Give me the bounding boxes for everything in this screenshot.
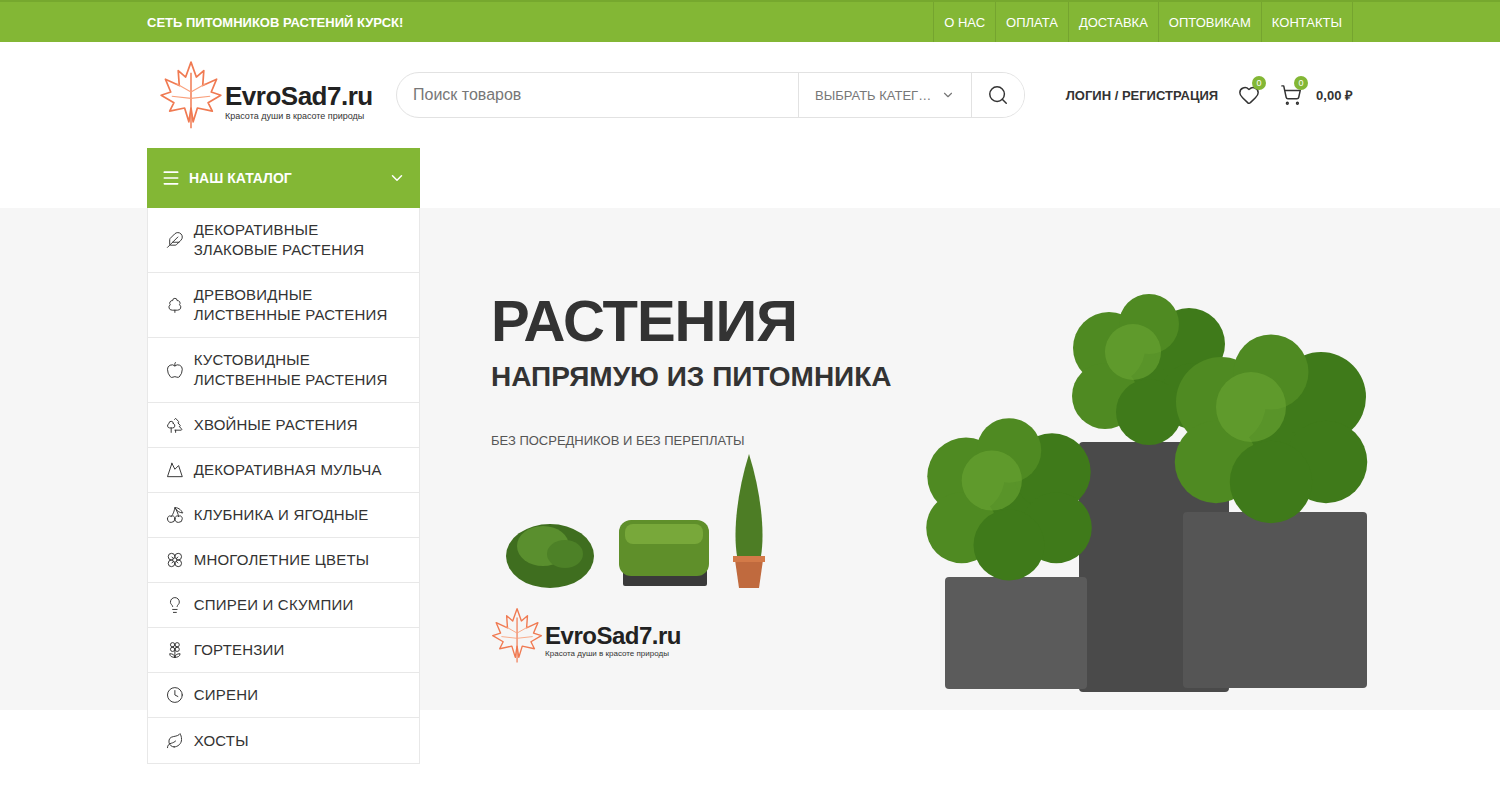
catalog-item[interactable]: СПИРЕИ И СКУМПИИ (148, 583, 419, 628)
cone-tree-thumb (731, 452, 767, 590)
maple-leaf-icon (159, 60, 223, 130)
hero-subtitle: НАПРЯМУЮ ИЗ ПИТОМНИКА (491, 362, 911, 393)
category-icon (166, 416, 184, 434)
top-bar: СЕТЬ ПИТОМНИКОВ РАСТЕНИЙ КУРСК! О НАСОПЛА… (0, 0, 1500, 42)
catalog-item[interactable]: ХВОЙНЫЕ РАСТЕНИЯ (148, 403, 419, 448)
cart-button[interactable]: 00,00 ₽ (1280, 84, 1353, 106)
page: СЕТЬ ПИТОМНИКОВ РАСТЕНИЙ КУРСК! О НАСОПЛА… (0, 0, 1500, 804)
catalog-item[interactable]: МНОГОЛЕТНИЕ ЦВЕТЫ (148, 538, 419, 583)
catalog-item[interactable]: КУСТОВИДНЫЕ ЛИСТВЕННЫЕ РАСТЕНИЯ (148, 338, 419, 403)
catalog-item[interactable]: ХОСТЫ (148, 718, 419, 763)
search-bar: ВЫБРАТЬ КАТЕГ… (396, 72, 1025, 118)
chevron-icon (388, 169, 406, 187)
catalog-list: ДЕКОРАТИВНЫЕ ЗЛАКОВЫЕ РАСТЕНИЯДРЕВОВИДНЫ… (147, 208, 420, 764)
plants-photo (911, 292, 1391, 694)
top-tagline: СЕТЬ ПИТОМНИКОВ РАСТЕНИЙ КУРСК! (147, 15, 403, 30)
hero-title: РАСТЕНИЯ (491, 292, 911, 350)
nav-row: НАШ КАТАЛОГДЕКОРАТИВНЫЕ ЗЛАКОВЫЕ РАСТЕНИ… (147, 148, 1353, 208)
category-icon (166, 641, 184, 659)
cart-badge: 0 (1294, 76, 1308, 90)
hero-tagline: БЕЗ ПОСРЕДНИКОВ И БЕЗ ПЕРЕПЛАТЫ (491, 433, 911, 448)
bush-left (926, 418, 1092, 580)
hero-image (911, 208, 1391, 698)
wishlist-badge: 0 (1252, 76, 1266, 90)
top-link[interactable]: О НАС (933, 2, 995, 42)
search-button[interactable] (972, 73, 1024, 117)
hero-logo[interactable]: EvroSad7.ruКрасота души в красоте природ… (491, 606, 681, 665)
top-link[interactable]: КОНТАКТЫ (1261, 2, 1353, 42)
magnifier-icon (987, 84, 1009, 106)
logo-tagline: Красота души в красоте природы (545, 649, 681, 658)
hero-text: РАСТЕНИЯ НАПРЯМУЮ ИЗ ПИТОМНИКА БЕЗ ПОСРЕДН… (491, 208, 911, 665)
category-icon (166, 506, 184, 524)
search-input[interactable] (397, 73, 798, 117)
catalog-toggle[interactable]: НАШ КАТАЛОГ (147, 148, 420, 208)
cart-total: 0,00 ₽ (1316, 86, 1353, 104)
catalog: НАШ КАТАЛОГДЕКОРАТИВНЫЕ ЗЛАКОВЫЕ РАСТЕНИ… (147, 148, 420, 208)
wishlist-button[interactable]: 0 (1238, 84, 1260, 106)
category-icon (166, 732, 184, 750)
site-logo[interactable]: EvroSad7.ruКрасота души в красоте природ… (159, 60, 375, 130)
top-link[interactable]: ДОСТАВКА (1068, 2, 1158, 42)
top-link[interactable]: ОПЛАТА (995, 2, 1068, 42)
login-link[interactable]: ЛОГИН / РЕГИСТРАЦИЯ (1066, 88, 1218, 103)
top-link[interactable]: ОПТОВИКАМ (1158, 2, 1261, 42)
bush-thumb (503, 510, 597, 590)
catalog-item[interactable]: ДЕКОРАТИВНЫЕ ЗЛАКОВЫЕ РАСТЕНИЯ (148, 208, 419, 273)
catalog-item[interactable]: КЛУБНИКА И ЯГОДНЫЕ (148, 493, 419, 538)
top-links: О НАСОПЛАТАДОСТАВКАОПТОВИКАМКОНТАКТЫ (933, 2, 1353, 42)
category-icon (166, 596, 184, 614)
header-actions: ЛОГИН / РЕГИСТРАЦИЯ 0 00,00 ₽ (1066, 84, 1353, 106)
category-select[interactable]: ВЫБРАТЬ КАТЕГ… (798, 73, 972, 117)
header: EvroSad7.ruКрасота души в красоте природ… (147, 42, 1353, 148)
logo-tagline: Красота души в красоте природы (225, 111, 373, 121)
catalog-item[interactable]: ГОРТЕНЗИИ (148, 628, 419, 673)
category-icon (166, 686, 184, 704)
category-icon (166, 361, 184, 379)
logo-name: EvroSad7.ru (225, 83, 373, 110)
bush-right (1175, 335, 1368, 524)
catalog-item[interactable]: ДЕКОРАТИВНАЯ МУЛЬЧА (148, 448, 419, 493)
menu-icon (161, 168, 181, 188)
category-icon (166, 296, 184, 314)
plant-thumbs (491, 452, 911, 590)
logo-name: EvroSad7.ru (545, 623, 681, 648)
maple-leaf-icon (491, 606, 543, 665)
category-icon (166, 461, 184, 479)
category-icon (166, 231, 184, 249)
catalog-item[interactable]: СИРЕНИ (148, 673, 419, 718)
chevron-down-icon (941, 88, 955, 102)
catalog-item[interactable]: ДРЕВОВИДНЫЕ ЛИСТВЕННЫЕ РАСТЕНИЯ (148, 273, 419, 338)
category-icon (166, 551, 184, 569)
hedge-thumb (617, 514, 711, 590)
